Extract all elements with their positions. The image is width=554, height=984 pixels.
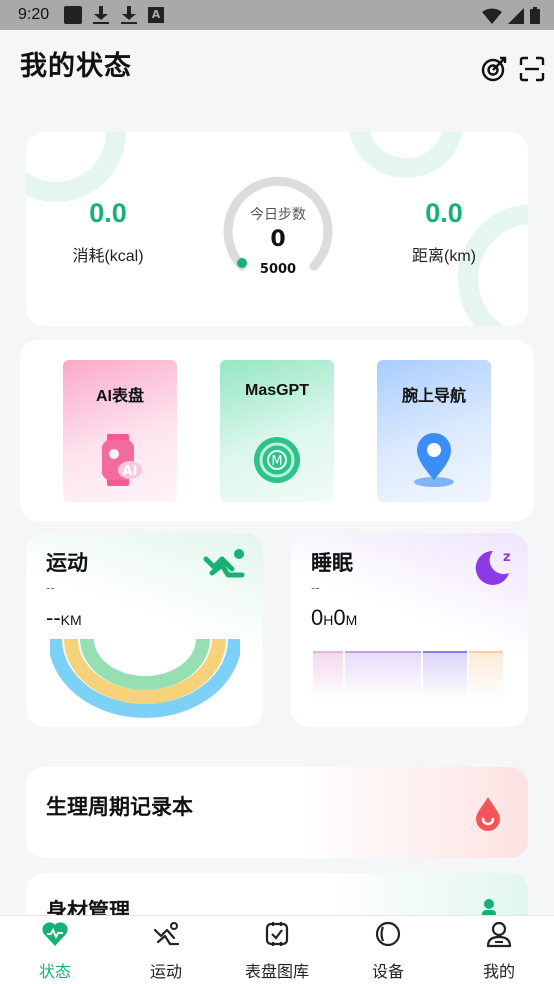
sleep-subtitle: -- bbox=[311, 581, 320, 595]
sleep-stage-chart bbox=[313, 651, 505, 699]
running-icon bbox=[203, 549, 245, 578]
status-bar: 9:20 A bbox=[0, 0, 554, 30]
gpt-icon: M bbox=[254, 437, 300, 483]
menstrual-cycle-title: 生理周期记录本 bbox=[46, 795, 193, 819]
sport-card[interactable]: 运动 -- --KM bbox=[26, 533, 263, 727]
tab-profile[interactable]: 我的 bbox=[444, 916, 554, 984]
battery-icon bbox=[530, 7, 540, 24]
calories-value: 0.0 bbox=[89, 198, 127, 228]
steps-gauge bbox=[223, 176, 333, 271]
signal-icon bbox=[508, 7, 524, 24]
tab-status[interactable]: 状态 bbox=[0, 916, 110, 984]
device-icon bbox=[375, 921, 401, 947]
svg-text:z: z bbox=[503, 550, 511, 565]
download-icon bbox=[120, 6, 138, 24]
ai-watchface-label: AI表盘 bbox=[95, 388, 144, 405]
sport-title: 运动 bbox=[46, 551, 88, 575]
menstrual-cycle-card[interactable]: 生理周期记录本 bbox=[26, 767, 528, 858]
moon-icon: z bbox=[475, 550, 511, 585]
activity-summary-card[interactable]: 0.0 消耗(kcal) 今日步数 0 5000 0.0 距离(km) bbox=[26, 132, 528, 326]
bottom-tab-bar: 状态 运动 表盘图库 设备 我的 bbox=[0, 915, 554, 984]
tab-watchface-gallery[interactable]: 表盘图库 bbox=[222, 916, 332, 984]
sport-distance: --KM bbox=[46, 605, 82, 630]
distance-value: 0.0 bbox=[425, 198, 463, 228]
ai-watch-icon: AI bbox=[102, 434, 142, 486]
decorative-ring bbox=[26, 132, 126, 202]
tab-status-label: 状态 bbox=[38, 962, 71, 981]
sleep-title: 睡眠 bbox=[311, 551, 353, 575]
target-icon[interactable] bbox=[480, 55, 508, 83]
sleep-card[interactable]: 睡眠 z -- 0H0M bbox=[291, 533, 528, 727]
sport-subtitle: -- bbox=[46, 581, 55, 595]
profile-icon bbox=[486, 921, 512, 948]
notification-icon bbox=[64, 6, 82, 24]
wrist-navigation-label: 腕上导航 bbox=[401, 388, 466, 405]
masgpt-tile[interactable]: MasGPT M bbox=[220, 360, 334, 502]
tab-device-label: 设备 bbox=[371, 962, 404, 981]
ai-watchface-tile[interactable]: AI表盘 AI bbox=[63, 360, 177, 502]
sleep-duration: 0H0M bbox=[311, 605, 358, 630]
steps-goal: 5000 bbox=[259, 262, 297, 277]
app-notification-icon: A bbox=[148, 7, 164, 23]
location-pin-icon bbox=[414, 433, 454, 487]
wifi-icon bbox=[482, 8, 502, 24]
feature-shortcuts: AI表盘 AI MasGPT M 腕上导航 bbox=[20, 340, 534, 521]
sleep-stage-bar bbox=[345, 651, 421, 699]
sport-icon bbox=[153, 922, 180, 946]
blood-drop-icon bbox=[476, 797, 500, 831]
svg-text:AI: AI bbox=[123, 464, 138, 479]
masgpt-label: MasGPT bbox=[244, 382, 309, 399]
page-title: 我的状态 bbox=[20, 51, 132, 82]
sleep-stage-bar bbox=[469, 651, 503, 699]
tab-sport[interactable]: 运动 bbox=[111, 916, 221, 984]
sport-rings bbox=[50, 639, 240, 718]
download-icon bbox=[92, 6, 110, 24]
distance-label: 距离(km) bbox=[412, 248, 476, 265]
watchface-icon bbox=[265, 922, 289, 946]
scan-icon[interactable] bbox=[518, 55, 546, 83]
svg-text:M: M bbox=[271, 454, 282, 469]
status-time: 9:20 bbox=[18, 6, 50, 23]
wrist-navigation-tile[interactable]: 腕上导航 bbox=[377, 360, 491, 502]
heart-icon bbox=[42, 922, 68, 946]
tab-device[interactable]: 设备 bbox=[333, 916, 443, 984]
tab-profile-label: 我的 bbox=[482, 962, 515, 981]
steps-title: 今日步数 bbox=[250, 207, 306, 223]
tab-watchface-gallery-label: 表盘图库 bbox=[244, 962, 309, 981]
sleep-stage-bar bbox=[423, 651, 467, 699]
sleep-stage-bar bbox=[313, 651, 343, 699]
calories-label: 消耗(kcal) bbox=[72, 248, 144, 265]
steps-value: 0 bbox=[270, 227, 286, 252]
decorative-ring bbox=[348, 132, 464, 178]
tab-sport-label: 运动 bbox=[149, 962, 182, 981]
